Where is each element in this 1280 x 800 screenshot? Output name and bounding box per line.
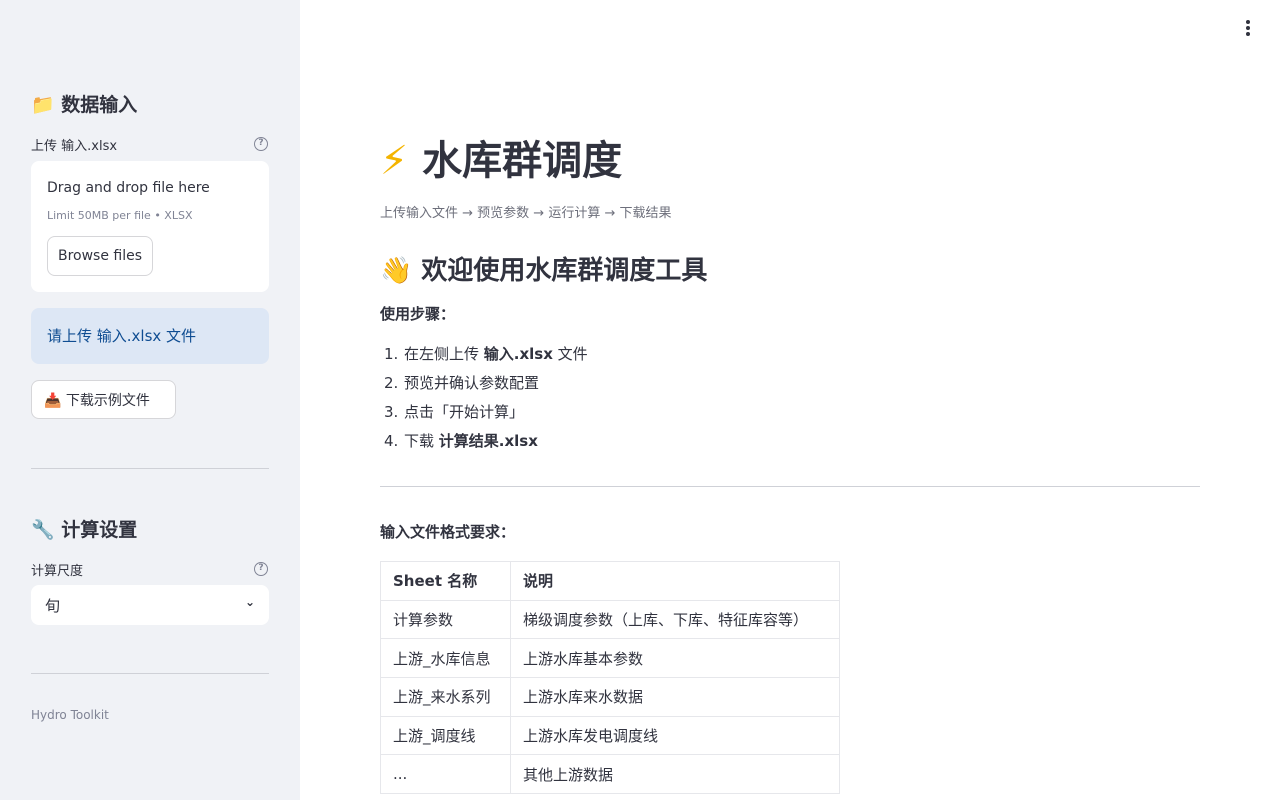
format-table: Sheet 名称 说明 计算参数 梯级调度参数（上库、下库、特征库容等） 上游_…	[380, 561, 840, 795]
upload-label: 上传 输入.xlsx	[31, 139, 118, 154]
table-cell: 上游水库来水数据	[510, 677, 840, 717]
table-cell: ...	[380, 754, 511, 795]
table-row: 上游_调度线 上游水库发电调度线	[380, 715, 840, 756]
table-cell: 上游水库发电调度线	[510, 715, 840, 756]
table-cell: 上游水库基本参数	[510, 638, 840, 679]
list-number: 2.	[384, 374, 399, 392]
format-title: 输入文件格式要求：	[380, 523, 516, 541]
usage-steps-list: 1. 在左侧上传 输入.xlsx 文件 2. 预览并确认参数配置 3. 点击「开始计算…	[384, 343, 588, 459]
list-item: 3. 点击「开始计算」	[384, 401, 588, 430]
page-title: ⚡ 水库群调度	[380, 128, 622, 186]
scale-select-value: 旬	[45, 597, 61, 615]
table-cell: 上游_来水系列	[380, 677, 511, 717]
step-bold-text: 输入.xlsx	[483, 345, 553, 363]
help-icon[interactable]: ?	[254, 137, 268, 151]
table-header-cell: Sheet 名称	[380, 561, 511, 601]
steps-caption: 上传输入文件 → 预览参数 → 运行计算 → 下载结果	[380, 206, 672, 221]
download-sample-button[interactable]: 📥 下载示例文件	[31, 380, 176, 419]
list-item: 1. 在左侧上传 输入.xlsx 文件	[384, 343, 588, 372]
upload-limit-text: Limit 50MB per file • XLSX	[47, 209, 193, 222]
step-bold-text: 计算结果.xlsx	[438, 432, 538, 450]
step-text: 下载	[404, 432, 439, 450]
step-text: 文件	[552, 345, 588, 363]
page-title-text: 水库群调度	[422, 138, 623, 184]
table-row: ... 其他上游数据	[380, 754, 840, 795]
content-divider	[380, 486, 1200, 487]
list-number: 3.	[384, 403, 399, 421]
list-item: 2. 预览并确认参数配置	[384, 372, 588, 401]
step-text: 在左侧上传	[404, 345, 484, 363]
table-row: 上游_来水系列 上游水库来水数据	[380, 677, 840, 717]
welcome-heading: 👋 欢迎使用水库群调度工具	[380, 256, 708, 286]
table-cell: 上游_调度线	[380, 715, 511, 756]
scale-label: 计算尺度	[31, 564, 84, 579]
list-item: 4. 下载 计算结果.xlsx	[384, 430, 588, 459]
more-menu-icon[interactable]	[1242, 20, 1254, 40]
table-header-row: Sheet 名称 说明	[380, 561, 840, 601]
file-uploader-dropzone[interactable]: Drag and drop file here Limit 50MB per f…	[31, 161, 269, 292]
main-content: ⚡ 水库群调度 上传输入文件 → 预览参数 → 运行计算 → 下载结果 👋 欢迎使…	[300, 0, 1280, 800]
list-number: 4.	[384, 432, 399, 450]
table-cell: 其他上游数据	[510, 754, 840, 795]
sidebar-divider	[31, 468, 269, 469]
help-icon[interactable]: ?	[254, 562, 268, 576]
data-input-header: 📁 数据输入	[31, 94, 138, 116]
lightning-icon: ⚡	[380, 138, 409, 184]
scale-select[interactable]: 旬 ⌄	[31, 585, 269, 625]
step-text: 预览并确认参数配置	[404, 374, 540, 392]
usage-title: 使用步骤：	[380, 305, 456, 323]
table-row: 上游_水库信息 上游水库基本参数	[380, 638, 840, 679]
chevron-down-icon: ⌄	[244, 595, 255, 609]
browse-files-button[interactable]: Browse files	[47, 236, 153, 276]
list-number: 1.	[384, 345, 399, 363]
table-cell: 梯级调度参数（上库、下库、特征库容等）	[510, 599, 840, 640]
step-text: 点击「开始计算」	[404, 403, 525, 421]
table-row: 计算参数 梯级调度参数（上库、下库、特征库容等）	[380, 599, 840, 640]
table-header-cell: 说明	[510, 561, 840, 601]
upload-info-alert: 请上传 输入.xlsx 文件	[31, 308, 269, 364]
table-cell: 上游_水库信息	[380, 638, 511, 679]
table-cell: 计算参数	[380, 599, 511, 640]
drag-drop-text: Drag and drop file here	[47, 180, 210, 196]
sidebar-divider	[31, 673, 269, 674]
sidebar: 📁 数据输入 上传 输入.xlsx ? Drag and drop file h…	[0, 0, 300, 800]
settings-header: 🔧 计算设置	[31, 519, 138, 541]
footer-text: Hydro Toolkit	[31, 708, 109, 722]
